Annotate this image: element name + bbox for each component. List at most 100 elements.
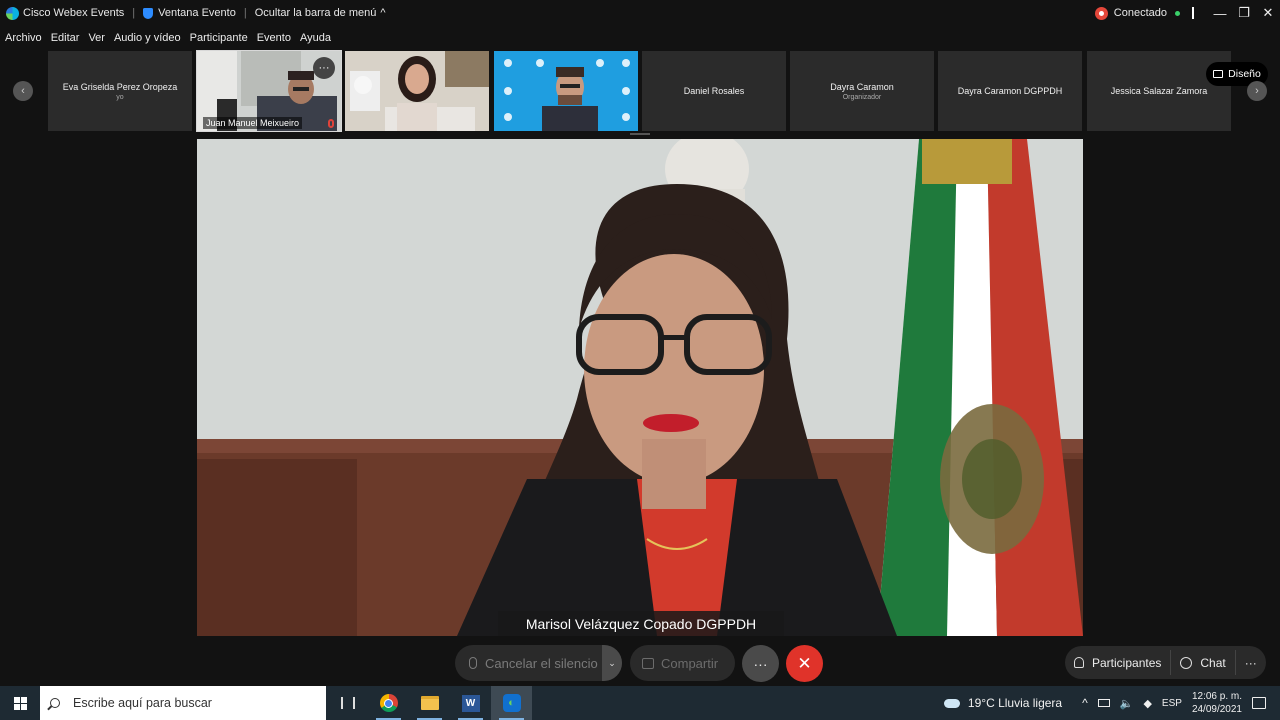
clock-date: 24/09/2021 xyxy=(1191,704,1242,715)
minimize-button[interactable]: — xyxy=(1208,0,1232,26)
chat-bubble-icon xyxy=(1180,656,1193,669)
menu-ayuda[interactable]: Ayuda xyxy=(300,32,331,44)
app-title: Cisco Webex Events | Ventana Evento | Oc… xyxy=(0,6,386,20)
participant-video-feed xyxy=(494,51,638,131)
recording-icon xyxy=(1094,6,1108,20)
taskbar-chrome[interactable] xyxy=(368,686,409,720)
chrome-icon xyxy=(379,694,398,712)
muted-mic-icon xyxy=(328,119,334,128)
tray-overflow-chevron-up-icon[interactable]: ^ xyxy=(1082,696,1088,710)
chevron-up-icon[interactable]: ^ xyxy=(380,7,385,19)
folder-icon xyxy=(420,696,439,710)
event-window-label[interactable]: Ventana Evento xyxy=(158,7,236,19)
menu-ver[interactable]: Ver xyxy=(88,32,105,44)
participant-tile[interactable]: Dayra Caramon Organizador xyxy=(790,51,934,131)
chat-panel-button[interactable]: Chat xyxy=(1171,646,1234,679)
clock-time: 12:06 p. m. xyxy=(1191,691,1242,702)
participants-panel-button[interactable]: Participantes xyxy=(1065,646,1170,679)
strip-resize-handle[interactable] xyxy=(630,133,650,135)
layout-button-label: Diseño xyxy=(1228,68,1261,80)
participant-name: Dayra Caramon xyxy=(830,81,894,92)
participant-tile[interactable]: Jessica Salazar Zamora xyxy=(1087,51,1231,131)
taskbar-file-explorer[interactable] xyxy=(409,686,450,720)
word-icon: W xyxy=(461,694,480,712)
microphone-muted-icon xyxy=(469,657,477,669)
person-icon xyxy=(1074,657,1084,668)
webex-logo-icon xyxy=(6,6,19,20)
restore-button[interactable]: ❐ xyxy=(1232,0,1256,26)
windows-taskbar: Escribe aquí para buscar W ◐ 19°C Lluvia… xyxy=(0,686,1280,720)
weather-text[interactable]: 19°C Lluvia ligera xyxy=(968,696,1062,710)
system-tray: 19°C Lluvia ligera ^ 🔈 ◆ ESP 12:06 p. m.… xyxy=(943,686,1280,720)
taskbar-webex[interactable]: ◐ xyxy=(491,686,532,720)
task-view-button[interactable] xyxy=(327,686,368,720)
close-button[interactable]: ✕ xyxy=(1256,0,1280,26)
share-label: Compartir xyxy=(661,655,719,671)
dropbox-icon[interactable]: ◆ xyxy=(1143,697,1151,710)
search-placeholder: Escribe aquí para buscar xyxy=(73,696,212,710)
speaker-icon[interactable]: 🔈 xyxy=(1120,697,1134,710)
unmute-label: Cancelar el silencio xyxy=(485,655,598,671)
panel-overflow-button[interactable]: ··· xyxy=(1236,646,1266,679)
chat-label: Chat xyxy=(1200,655,1226,670)
search-icon xyxy=(50,698,60,708)
participant-video-feed xyxy=(345,51,489,131)
participant-tile-video[interactable] xyxy=(345,51,489,131)
participant-tile[interactable]: Daniel Rosales xyxy=(642,51,786,131)
window-titlebar: Cisco Webex Events | Ventana Evento | Oc… xyxy=(0,0,1280,26)
participant-tile[interactable]: Dayra Caramon DGPPDH xyxy=(938,51,1082,131)
participant-tile-video[interactable] xyxy=(494,51,638,131)
strip-next-button[interactable]: › xyxy=(1247,81,1267,101)
battery-icon[interactable] xyxy=(1097,699,1110,707)
participant-name: Eva Griselda Perez Oropeza xyxy=(62,81,178,92)
panel-controls: Participantes Chat ··· xyxy=(1065,646,1266,679)
menu-editar[interactable]: Editar xyxy=(51,32,80,44)
hide-menu-toggle[interactable]: Ocultar la barra de menú xyxy=(255,7,377,19)
webex-icon: ◐ xyxy=(502,694,521,712)
share-button[interactable]: Compartir xyxy=(630,645,735,681)
menu-evento[interactable]: Evento xyxy=(257,32,291,44)
taskbar-search-box[interactable]: Escribe aquí para buscar xyxy=(40,686,326,720)
shield-icon xyxy=(143,7,154,19)
layout-icon xyxy=(1213,70,1224,78)
menu-bar: Archivo Editar Ver Audio y vídeo Partici… xyxy=(0,27,340,49)
start-button[interactable] xyxy=(0,686,40,720)
participant-name: Jessica Salazar Zamora xyxy=(1110,86,1208,96)
menu-audio-video[interactable]: Audio y vídeo xyxy=(114,32,181,44)
menu-participante[interactable]: Participante xyxy=(190,32,248,44)
participant-tile[interactable]: Eva Griselda Perez Oropeza yo xyxy=(48,51,192,131)
taskbar-clock[interactable]: 12:06 p. m. 24/09/2021 xyxy=(1192,690,1242,716)
windows-logo-icon xyxy=(13,696,27,710)
audio-options-chevron-down-icon[interactable]: ⌄ xyxy=(602,645,622,681)
title-separator: | xyxy=(132,7,136,19)
title-separator: | xyxy=(243,7,247,19)
speaker-video-feed xyxy=(197,139,1083,636)
task-view-icon xyxy=(340,697,355,709)
app-name: Cisco Webex Events xyxy=(23,7,125,19)
participant-role: yo xyxy=(116,93,124,101)
more-options-button[interactable]: ··· xyxy=(742,645,779,682)
titlebar-right: Conectado — ❐ ✕ xyxy=(1094,0,1280,26)
participant-tile-video[interactable]: ··· Juan Manuel Meixueiro xyxy=(196,50,342,132)
share-icon xyxy=(642,657,654,669)
taskbar-word[interactable]: W xyxy=(450,686,491,720)
participant-name: Juan Manuel Meixueiro xyxy=(203,117,303,129)
tile-more-button[interactable]: ··· xyxy=(313,57,335,79)
language-indicator[interactable]: ESP xyxy=(1162,698,1182,709)
participant-role: Organizador xyxy=(842,93,882,101)
connection-status: Conectado xyxy=(1113,7,1167,19)
active-speaker-video xyxy=(197,139,1083,636)
strip-prev-button[interactable]: ‹ xyxy=(13,81,33,101)
participant-name: Dayra Caramon DGPPDH xyxy=(957,86,1063,96)
leave-event-button[interactable]: ✕ xyxy=(786,645,823,682)
connected-dot-icon xyxy=(1175,10,1180,16)
weather-cloud-icon xyxy=(943,698,960,708)
menu-archivo[interactable]: Archivo xyxy=(5,32,42,44)
notifications-icon[interactable] xyxy=(1252,697,1266,709)
unmute-button[interactable]: Cancelar el silencio ⌄ xyxy=(455,645,622,681)
participant-strip: ‹ Eva Griselda Perez Oropeza yo ··· Juan… xyxy=(0,50,1280,132)
participant-name: Daniel Rosales xyxy=(683,86,745,96)
active-speaker-name: Marisol Velázquez Copado DGPPDH xyxy=(498,611,784,636)
titlebar-divider xyxy=(1192,7,1194,19)
participants-label: Participantes xyxy=(1092,655,1162,670)
